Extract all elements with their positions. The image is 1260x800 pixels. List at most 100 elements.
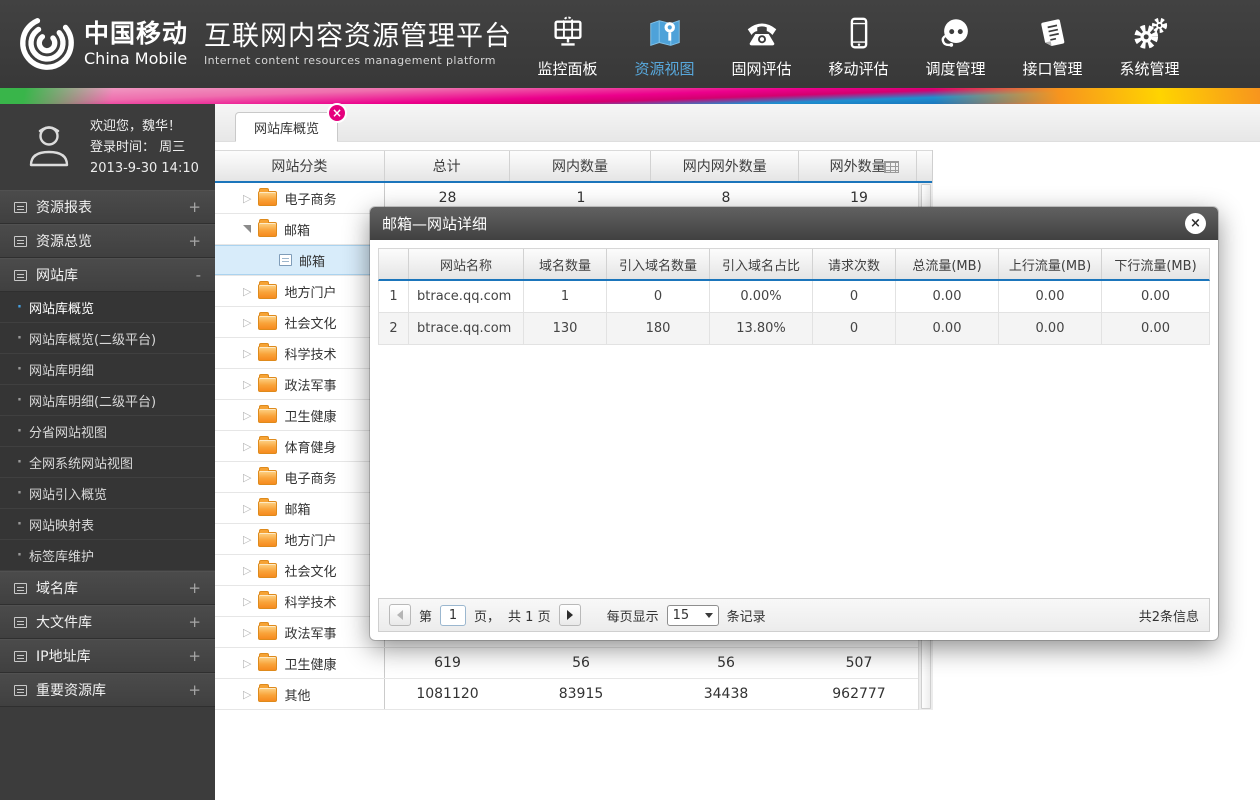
prev-page-button[interactable]: [389, 604, 411, 626]
modal-header-cell-8[interactable]: 上行流量(MB): [999, 249, 1102, 279]
collapse-icon[interactable]: [243, 225, 251, 233]
plus-icon[interactable]: +: [188, 613, 201, 631]
modal-header-cell-1[interactable]: [379, 249, 409, 279]
tree-row-17[interactable]: ▷ 其他 1081120 83915 34438 962777: [215, 679, 918, 710]
folder-icon: [258, 652, 278, 671]
nav-item-7[interactable]: 系统管理: [1101, 13, 1198, 79]
folder-icon: [258, 559, 278, 578]
section-label: 资源报表: [36, 200, 92, 216]
tree-label: 政法军事: [284, 378, 337, 394]
tree-label: 卫生健康: [284, 409, 337, 425]
nav-item-3[interactable]: 固网评估: [713, 13, 810, 79]
expand-icon[interactable]: ▷: [243, 596, 251, 607]
grid-header-cell-1[interactable]: 网站分类: [215, 151, 385, 181]
submenu-item-8[interactable]: · 网站映射表: [0, 509, 215, 540]
document-icon: [14, 582, 27, 594]
modal-header-cell-2[interactable]: 网站名称: [409, 249, 524, 279]
bullet-icon: ·: [17, 516, 22, 532]
expand-icon[interactable]: ▷: [243, 689, 251, 700]
nav-item-5[interactable]: 调度管理: [907, 13, 1004, 79]
submenu-item-5[interactable]: · 分省网站视图: [0, 416, 215, 447]
modal-close-button[interactable]: ×: [1185, 213, 1206, 234]
tab-website-library-overview[interactable]: 网站库概览 ×: [235, 103, 348, 142]
sidebar-section-7[interactable]: 重要资源库 +: [0, 673, 215, 707]
tree-cell: 邮箱: [215, 245, 385, 275]
submenu-item-3[interactable]: · 网站库明细: [0, 354, 215, 385]
sidebar-section-1[interactable]: 资源报表 +: [0, 190, 215, 224]
sidebar-section-2[interactable]: 资源总览 +: [0, 224, 215, 258]
modal-header-cell-7[interactable]: 总流量(MB): [896, 249, 999, 279]
modal-cell: 13.80%: [710, 313, 813, 344]
minus-icon[interactable]: -: [196, 266, 201, 284]
expand-icon[interactable]: ▷: [243, 534, 251, 545]
modal-cell: 180: [607, 313, 710, 344]
expand-icon[interactable]: ▷: [243, 441, 251, 452]
submenu-label: 分省网站视图: [28, 425, 107, 441]
expand-icon[interactable]: ▷: [243, 379, 251, 390]
expand-icon[interactable]: ▷: [243, 410, 251, 421]
modal-table-row-1[interactable]: 1 btrace.qq.com 1 0 0.00% 0 0.00 0.00 0.00: [379, 281, 1209, 313]
plus-icon[interactable]: +: [188, 232, 201, 250]
sidebar-section-6[interactable]: IP地址库 +: [0, 639, 215, 673]
tree-row-16[interactable]: ▷ 卫生健康 619 56 56 507: [215, 648, 918, 679]
modal-header-cell-3[interactable]: 域名数量: [524, 249, 607, 279]
expand-icon[interactable]: ▷: [243, 348, 251, 359]
sidebar-section-4[interactable]: 域名库 +: [0, 571, 215, 605]
expand-icon[interactable]: ▷: [243, 317, 251, 328]
submenu-item-4[interactable]: · 网站库明细(二级平台): [0, 385, 215, 416]
expand-icon[interactable]: ▷: [243, 565, 251, 576]
grid-header-cell-5[interactable]: 网外数量: [799, 151, 918, 181]
modal-cell: 0.00: [999, 281, 1102, 312]
sidebar-section-5[interactable]: 大文件库 +: [0, 605, 215, 639]
grid-header-cell-3[interactable]: 网内数量: [510, 151, 652, 181]
page-number-input[interactable]: [440, 604, 467, 626]
section-label: 重要资源库: [36, 683, 106, 699]
modal-header-cell-6[interactable]: 请求次数: [813, 249, 896, 279]
expand-icon[interactable]: ▷: [243, 503, 251, 514]
modal-header-cell-4[interactable]: 引入域名数量: [607, 249, 710, 279]
submenu-item-6[interactable]: · 全网系统网站视图: [0, 447, 215, 478]
tab-close-icon[interactable]: ×: [327, 103, 348, 123]
grid-header-cell-4[interactable]: 网内网外数量: [651, 151, 800, 181]
modal-cell: 0.00: [999, 313, 1102, 344]
modal-cell: 0.00: [1141, 321, 1170, 336]
per-page-select[interactable]: 15: [666, 604, 719, 626]
modal-table-row-2[interactable]: 2 btrace.qq.com 130 180 13.80% 0 0.00 0.00 0.00: [379, 313, 1209, 345]
expand-icon[interactable]: ▷: [243, 658, 251, 669]
next-page-button[interactable]: [558, 604, 581, 626]
platform-title: 互联网内容资源管理平台: [204, 20, 513, 52]
grid-header-row: 网站分类 总计 网内数量 网内网外数量 网外数量: [215, 150, 932, 183]
per-page-suffix-label: 条记录: [726, 609, 766, 625]
modal-title: 邮箱—网站详细: [382, 215, 488, 233]
brand-name-zh: 中国移动: [84, 18, 189, 48]
document-icon: [1004, 13, 1101, 55]
plus-icon[interactable]: +: [188, 198, 201, 216]
submenu-item-9[interactable]: · 标签库维护: [0, 540, 215, 571]
grid-header-cell-2[interactable]: 总计: [385, 151, 510, 181]
tree-label: 政法军事: [284, 626, 337, 642]
nav-item-2[interactable]: 资源视图: [616, 13, 713, 79]
nav-item-4[interactable]: 移动评估: [810, 13, 907, 79]
plus-icon[interactable]: +: [188, 681, 201, 699]
sidebar-section-3[interactable]: 网站库 -: [0, 258, 215, 292]
nav-item-1[interactable]: 监控面板: [519, 13, 616, 79]
submenu-item-1[interactable]: · 网站库概览: [0, 292, 215, 323]
plus-icon[interactable]: +: [188, 579, 201, 597]
section-label: 网站库: [36, 268, 78, 284]
modal-header-cell-5[interactable]: 引入域名占比: [710, 249, 813, 279]
bullet-icon: ·: [17, 361, 22, 377]
expand-icon[interactable]: ▷: [243, 627, 251, 638]
nav-item-6[interactable]: 接口管理: [1004, 13, 1101, 79]
expand-icon[interactable]: ▷: [243, 193, 251, 204]
expand-icon[interactable]: ▷: [243, 472, 251, 483]
table-columns-icon[interactable]: [884, 161, 899, 173]
submenu-item-2[interactable]: · 网站库概览(二级平台): [0, 323, 215, 354]
bullet-icon: ·: [17, 299, 22, 315]
submenu-item-7[interactable]: · 网站引入概览: [0, 478, 215, 509]
expand-icon[interactable]: ▷: [243, 286, 251, 297]
plus-icon[interactable]: +: [188, 647, 201, 665]
nav-label: 固网评估: [731, 60, 792, 78]
modal-header-cell-9[interactable]: 下行流量(MB): [1102, 249, 1209, 279]
submenu-label: 网站映射表: [28, 518, 94, 534]
tree-cell: 邮箱: [215, 214, 385, 244]
